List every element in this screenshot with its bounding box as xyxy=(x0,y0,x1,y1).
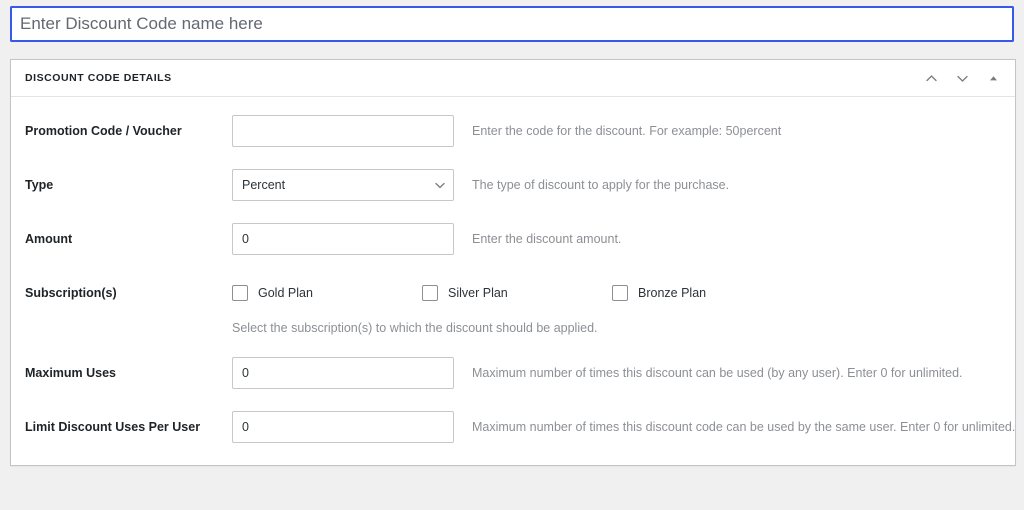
type-help: The type of discount to apply for the pu… xyxy=(472,178,730,192)
panel-header: DISCOUNT CODE DETAILS xyxy=(11,60,1015,97)
amount-field xyxy=(232,223,472,255)
promotion-code-input[interactable] xyxy=(232,115,454,147)
form-row-subscriptions: Subscription(s) Gold Plan Silver Plan Br… xyxy=(11,277,1015,335)
panel-title: DISCOUNT CODE DETAILS xyxy=(25,71,172,84)
subscriptions-help: Select the subscription(s) to which the … xyxy=(232,321,598,335)
form-row-promotion-code: Promotion Code / Voucher Enter the code … xyxy=(11,115,1015,147)
promotion-code-label: Promotion Code / Voucher xyxy=(25,124,182,138)
maximum-uses-field xyxy=(232,357,472,389)
discount-code-details-panel: DISCOUNT CODE DETAILS Promotion Code / V… xyxy=(10,59,1016,466)
move-down-icon[interactable] xyxy=(952,68,972,88)
limit-per-user-label: Limit Discount Uses Per User xyxy=(25,420,201,434)
type-label: Type xyxy=(25,178,54,192)
checkbox-box xyxy=(232,285,248,301)
type-field: Percent xyxy=(232,169,472,201)
limit-per-user-field xyxy=(232,411,472,443)
checkbox-label: Gold Plan xyxy=(258,286,313,300)
form-row-type: Type Percent The type of discount to app… xyxy=(11,169,1015,201)
form-row-amount: Amount Enter the discount amount. xyxy=(11,223,1015,255)
amount-input[interactable] xyxy=(232,223,454,255)
panel-header-actions xyxy=(921,68,1003,88)
form-row-limit-per-user: Limit Discount Uses Per User Maximum num… xyxy=(11,411,1015,443)
promotion-code-field xyxy=(232,115,472,147)
checkbox-bronze-plan[interactable]: Bronze Plan xyxy=(612,285,802,301)
checkbox-label: Silver Plan xyxy=(448,286,508,300)
subscriptions-label: Subscription(s) xyxy=(25,286,117,300)
move-up-icon[interactable] xyxy=(921,68,941,88)
amount-label: Amount xyxy=(25,232,73,246)
type-select[interactable]: Percent xyxy=(232,169,454,201)
panel-body: Promotion Code / Voucher Enter the code … xyxy=(11,97,1015,443)
subscriptions-checkbox-group: Gold Plan Silver Plan Bronze Plan xyxy=(232,277,1015,309)
form-row-maximum-uses: Maximum Uses Maximum number of times thi… xyxy=(11,357,1015,389)
promotion-code-help: Enter the code for the discount. For exa… xyxy=(472,124,782,138)
maximum-uses-label: Maximum Uses xyxy=(25,366,117,380)
checkbox-box xyxy=(612,285,628,301)
amount-help: Enter the discount amount. xyxy=(472,232,622,246)
maximum-uses-input[interactable] xyxy=(232,357,454,389)
subscriptions-field: Gold Plan Silver Plan Bronze Plan Select… xyxy=(232,277,1015,335)
checkbox-box xyxy=(422,285,438,301)
type-select-wrapper: Percent xyxy=(232,169,454,201)
maximum-uses-help: Maximum number of times this discount ca… xyxy=(472,366,963,380)
limit-per-user-help: Maximum number of times this discount co… xyxy=(472,420,1016,434)
checkbox-gold-plan[interactable]: Gold Plan xyxy=(232,285,422,301)
checkbox-silver-plan[interactable]: Silver Plan xyxy=(422,285,612,301)
toggle-panel-icon[interactable] xyxy=(983,68,1003,88)
limit-per-user-input[interactable] xyxy=(232,411,454,443)
type-select-value: Percent xyxy=(242,178,286,192)
checkbox-label: Bronze Plan xyxy=(638,286,707,300)
title-field-wrapper xyxy=(0,0,1024,42)
discount-code-title-input[interactable] xyxy=(10,6,1014,42)
